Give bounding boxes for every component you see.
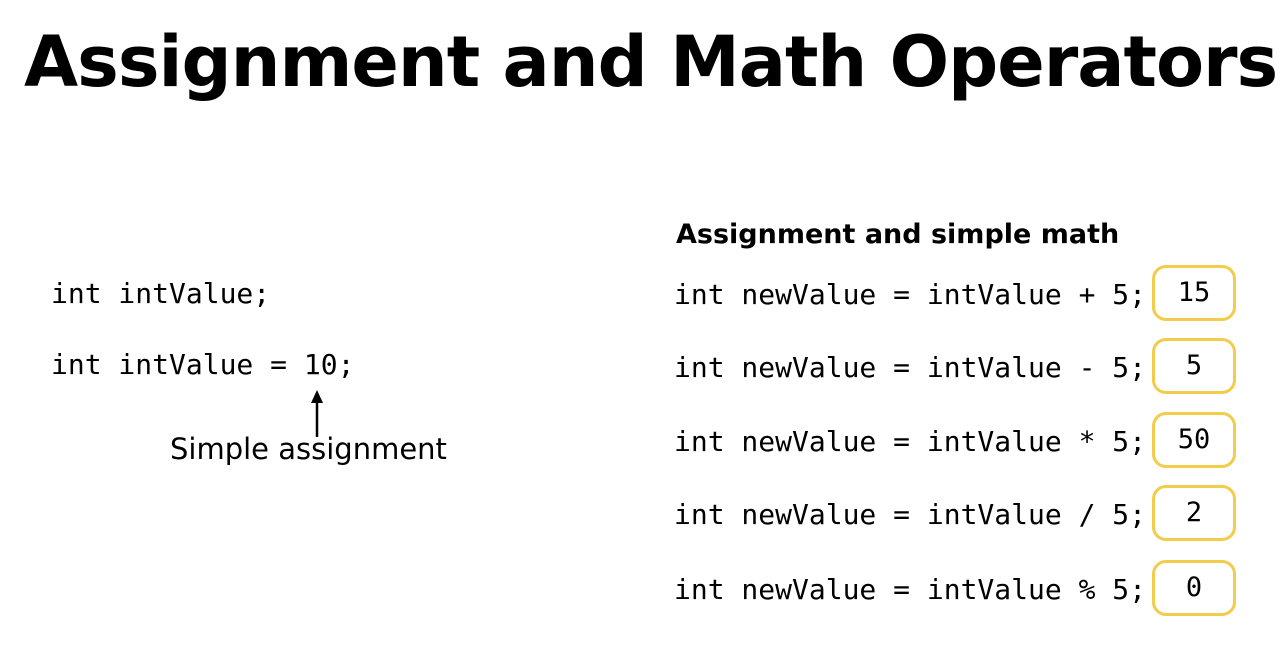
operator-code: int newValue = intValue - 5; — [674, 351, 1147, 384]
operator-code: int newValue = intValue + 5; — [674, 278, 1147, 311]
declaration-code: int intValue; — [51, 277, 271, 310]
assignment-code: int intValue = 10; — [51, 348, 355, 381]
operator-row: int newValue = intValue % 5; 0 — [674, 560, 1244, 620]
operator-row: int newValue = intValue - 5; 5 — [674, 338, 1244, 398]
simple-assignment-caption: Simple assignment — [170, 432, 447, 466]
operator-code: int newValue = intValue / 5; — [674, 498, 1147, 531]
result-box: 0 — [1152, 560, 1236, 616]
math-section-heading: Assignment and simple math — [676, 219, 1120, 250]
result-box: 5 — [1152, 338, 1236, 394]
result-box: 15 — [1152, 265, 1236, 321]
operator-row: int newValue = intValue * 5; 50 — [674, 412, 1244, 472]
slide-title: Assignment and Math Operators — [24, 21, 1278, 103]
operator-row: int newValue = intValue + 5; 15 — [674, 265, 1244, 325]
operator-code: int newValue = intValue * 5; — [674, 425, 1147, 458]
operator-row: int newValue = intValue / 5; 2 — [674, 485, 1244, 545]
result-box: 2 — [1152, 485, 1236, 541]
result-box: 50 — [1152, 412, 1236, 468]
operator-code: int newValue = intValue % 5; — [674, 573, 1147, 606]
